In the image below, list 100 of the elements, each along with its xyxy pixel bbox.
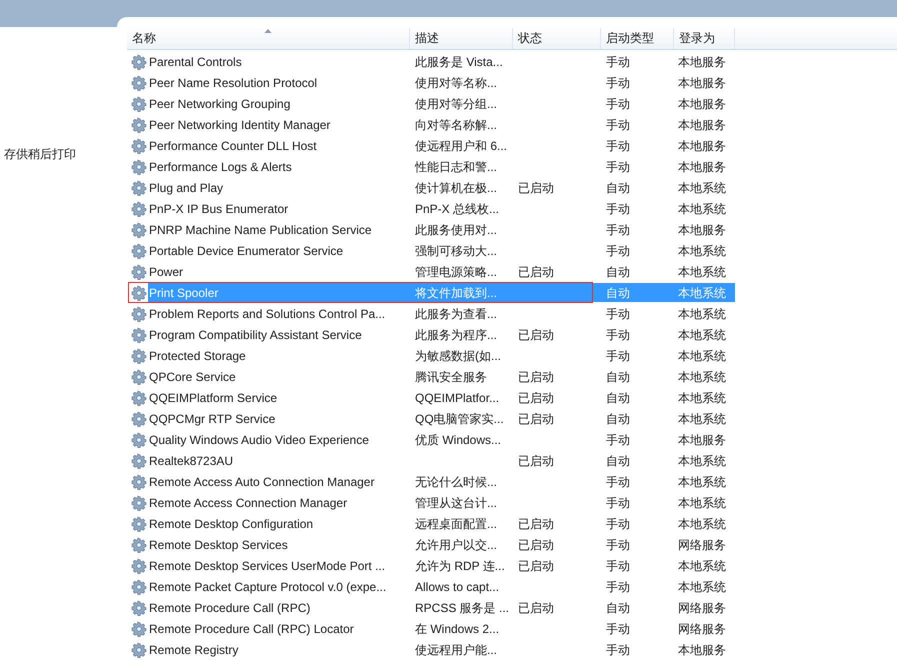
logon-account: 本地系统 — [677, 348, 727, 364]
service-row[interactable]: QQPCMgr RTP Service QQ电脑管家实... 已启动 自动 本地系统 — [148, 409, 735, 428]
logon-account: 本地系统 — [677, 368, 727, 386]
logon-account: 本地系统 — [677, 390, 727, 406]
logon-account: 本地系统 — [677, 494, 727, 512]
startup-type: 手动 — [605, 54, 631, 70]
service-row[interactable]: Remote Packet Capture Protocol v.0 (expe... Allows to capt... 手动 本地系统 — [148, 577, 735, 596]
service-row[interactable]: PNRP Machine Name Publication Service 此服务使用对... 手动 本地服务 — [148, 220, 735, 239]
service-name: Parental Controls — [148, 54, 243, 70]
service-description: 无论什么时候... — [414, 474, 498, 490]
service-name: PNRP Machine Name Publication Service — [148, 222, 373, 238]
service-row[interactable]: Parental Controls 此服务是 Vista... 手动 本地服务 — [148, 52, 735, 71]
service-name: QPCore Service — [148, 368, 237, 386]
service-status: 已启动 — [517, 180, 555, 196]
column-header[interactable]: 名称 — [127, 28, 410, 49]
service-name: Remote Procedure Call (RPC) — [148, 600, 312, 616]
gear-icon — [131, 432, 147, 448]
service-row[interactable]: Remote Procedure Call (RPC) Locator 在 Windows 2... 手动 网络服务 — [148, 619, 735, 638]
startup-type: 手动 — [605, 348, 631, 364]
sort-ascending-icon — [264, 29, 272, 33]
service-status: 已启动 — [517, 600, 555, 616]
service-name: Power — [148, 264, 184, 280]
startup-type: 手动 — [605, 96, 631, 112]
service-description: 使远程用户能... — [414, 642, 498, 658]
service-status: 已启动 — [517, 516, 555, 532]
service-row[interactable]: Problem Reports and Solutions Control Pa... 此服务为查看... 手动 本地系统 — [148, 304, 735, 323]
service-row[interactable]: Plug and Play 使计算机在极... 已启动 自动 本地系统 — [148, 178, 735, 197]
service-description: 远程桌面配置... — [414, 516, 498, 532]
service-row[interactable]: Remote Procedure Call (RPC) RPCSS 服务是 ... 已启动 自动 网络服务 — [148, 598, 735, 617]
gear-icon — [131, 180, 147, 196]
service-row[interactable]: Peer Name Resolution Protocol 使用对等名称... 手动 本地服务 — [148, 73, 735, 92]
service-name: QQPCMgr RTP Service — [148, 410, 276, 428]
service-row[interactable]: Realtek8723AU 已启动 自动 本地系统 — [148, 451, 735, 470]
service-description: 腾讯安全服务 — [414, 368, 488, 386]
service-row[interactable]: Protected Storage 为敏感数据(如... 手动 本地系统 — [148, 346, 735, 365]
service-name: Remote Packet Capture Protocol v.0 (expe... — [148, 578, 388, 596]
column-header[interactable]: 描述 — [410, 28, 513, 49]
service-row[interactable]: Performance Logs & Alerts 性能日志和警... 手动 本地服务 — [148, 157, 735, 176]
service-status: 已启动 — [517, 390, 555, 406]
column-header[interactable]: 启动类型 — [601, 28, 674, 49]
service-row[interactable]: Remote Access Connection Manager 管理从这台计... 手动 本地系统 — [148, 493, 735, 512]
logon-account: 本地系统 — [677, 452, 727, 470]
column-header[interactable]: 登录为 — [674, 28, 735, 49]
service-row[interactable]: Power 管理电源策略... 已启动 自动 本地系统 — [148, 262, 735, 281]
service-status: 已启动 — [517, 368, 555, 386]
service-name: Realtek8723AU — [148, 452, 234, 470]
column-header[interactable]: 状态 — [513, 28, 601, 49]
service-name: Quality Windows Audio Video Experience — [148, 432, 370, 448]
service-name: Remote Desktop Configuration — [148, 516, 314, 532]
service-row[interactable]: Peer Networking Identity Manager 向对等名称解... 手动 本地服务 — [148, 115, 735, 134]
service-status: 已启动 — [517, 264, 555, 280]
service-name: PnP-X IP Bus Enumerator — [148, 200, 290, 218]
service-row[interactable]: Remote Access Auto Connection Manager 无论什么时候... 手动 本地系统 — [148, 472, 735, 491]
service-description: 允许用户以交... — [414, 536, 498, 554]
logon-account: 本地系统 — [677, 558, 727, 574]
service-row[interactable]: Peer Networking Grouping 使用对等分组... 手动 本地服务 — [148, 94, 735, 113]
service-description: 优质 Windows... — [414, 432, 502, 448]
startup-type: 手动 — [605, 620, 631, 638]
logon-account: 本地系统 — [677, 306, 727, 322]
startup-type: 手动 — [605, 158, 631, 176]
service-description: 在 Windows 2... — [414, 620, 500, 638]
service-description: 使用对等分组... — [414, 96, 498, 112]
startup-type: 手动 — [605, 138, 631, 154]
logon-account: 本地系统 — [677, 264, 727, 280]
service-status: 已启动 — [517, 326, 555, 344]
service-row[interactable]: Program Compatibility Assistant Service 此服务为程序... 已启动 手动 本地系统 — [148, 325, 735, 344]
service-description: 强制可移动大... — [414, 242, 498, 260]
service-row[interactable]: Remote Desktop Services UserMode Port ... 允许为 RDP 连... 已启动 手动 本地系统 — [148, 556, 735, 575]
service-name: Protected Storage — [148, 348, 247, 364]
logon-account: 本地服务 — [677, 74, 727, 92]
service-name: Peer Networking Grouping — [148, 96, 292, 112]
logon-account: 网络服务 — [677, 620, 727, 638]
service-name: Remote Access Connection Manager — [148, 494, 348, 512]
service-row[interactable]: QPCore Service 腾讯安全服务 已启动 自动 本地系统 — [148, 367, 735, 386]
gear-icon — [131, 642, 147, 658]
service-description: 允许为 RDP 连... — [414, 558, 506, 574]
service-row[interactable]: QQEIMPlatform Service QQEIMPlatfor... 已启动 自动 本地系统 — [148, 388, 735, 407]
logon-account: 本地系统 — [677, 474, 727, 490]
service-row[interactable]: Remote Desktop Services 允许用户以交... 已启动 手动 网络服务 — [148, 535, 735, 554]
service-row[interactable]: Remote Desktop Configuration 远程桌面配置... 已启动 手动 本地系统 — [148, 514, 735, 533]
service-name: Peer Networking Identity Manager — [148, 116, 332, 134]
gear-icon — [131, 368, 147, 384]
service-description: 为敏感数据(如... — [414, 348, 502, 364]
startup-type: 手动 — [605, 578, 631, 596]
service-row[interactable]: Performance Counter DLL Host 使远程用户和 6... 手动 本地服务 — [148, 136, 735, 155]
service-row[interactable]: Remote Registry 使远程用户能... 手动 本地服务 — [148, 640, 735, 659]
service-row[interactable]: PnP-X IP Bus Enumerator PnP-X 总线枚... 手动 本地系统 — [148, 199, 735, 218]
gear-icon — [131, 306, 147, 322]
startup-type: 手动 — [605, 516, 631, 532]
gear-icon — [131, 326, 147, 342]
logon-account: 网络服务 — [677, 600, 727, 616]
service-description: QQEIMPlatfor... — [414, 390, 500, 406]
service-description: PnP-X 总线枚... — [414, 200, 500, 218]
service-row[interactable]: Quality Windows Audio Video Experience 优质 Windows... 手动 本地服务 — [148, 430, 735, 449]
service-description: 性能日志和警... — [414, 158, 498, 176]
gear-icon — [131, 116, 147, 132]
logon-account: 网络服务 — [677, 536, 727, 554]
logon-account: 本地系统 — [677, 242, 727, 260]
service-description: 管理从这台计... — [414, 494, 498, 512]
service-row[interactable]: Portable Device Enumerator Service 强制可移动大... 手动 本地系统 — [148, 241, 735, 260]
